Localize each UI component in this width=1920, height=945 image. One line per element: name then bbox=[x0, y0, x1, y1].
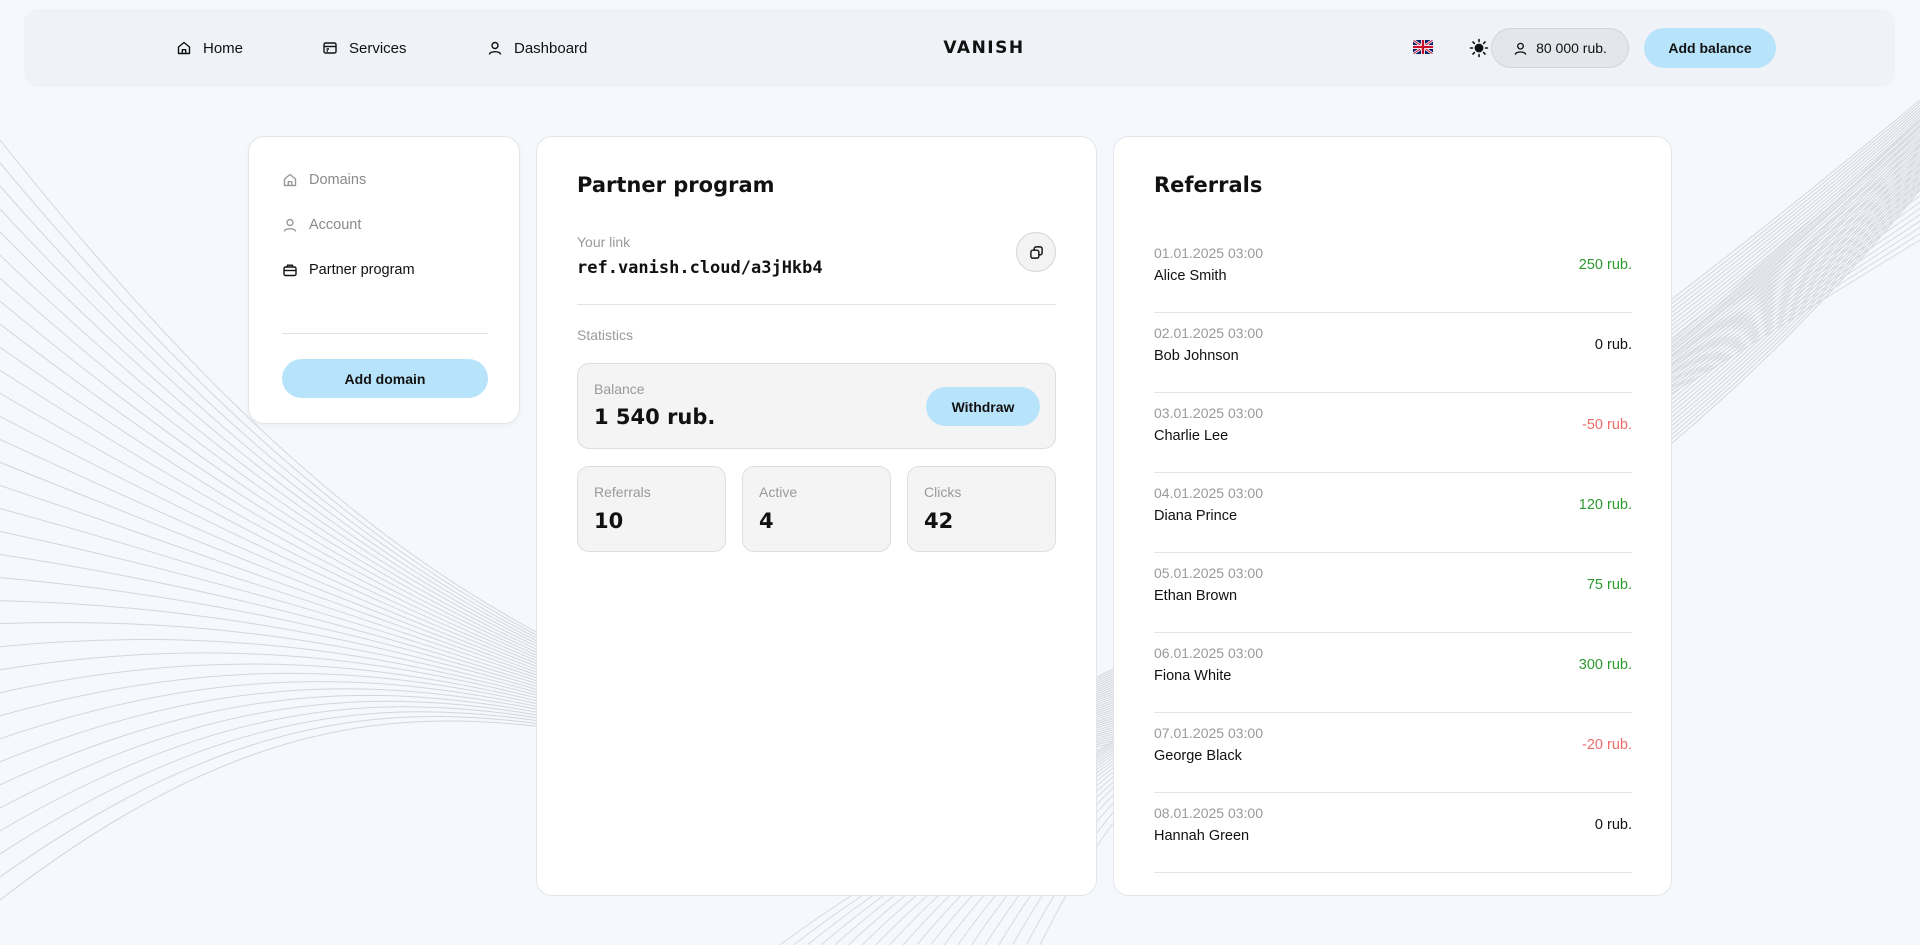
list-item[interactable]: 03.01.2025 03:00 Charlie Lee -50 rub. bbox=[1154, 393, 1632, 473]
referrals-title: Referrals bbox=[1154, 173, 1263, 197]
list-item[interactable]: 02.01.2025 03:00 Bob Johnson 0 rub. bbox=[1154, 313, 1632, 393]
referral-name: Charlie Lee bbox=[1154, 428, 1229, 444]
referral-date: 01.01.2025 03:00 bbox=[1154, 245, 1263, 261]
section-divider bbox=[577, 304, 1056, 305]
stat-referrals: Referrals 10 bbox=[577, 466, 726, 552]
referral-date: 02.01.2025 03:00 bbox=[1154, 325, 1263, 341]
referral-date: 04.01.2025 03:00 bbox=[1154, 485, 1263, 501]
stat-label: Referrals bbox=[594, 484, 651, 500]
partner-program-card: Partner program Your link ref.vanish.clo… bbox=[536, 136, 1097, 896]
add-balance-button[interactable]: Add balance bbox=[1644, 28, 1776, 68]
referral-amount: -20 rub. bbox=[1582, 737, 1632, 753]
referral-amount: -50 rub. bbox=[1582, 417, 1632, 433]
top-navigation-bar: Home Services Dashboard VANISH 80 000 ru… bbox=[24, 9, 1895, 87]
referral-amount: 0 rub. bbox=[1594, 817, 1632, 833]
stat-value: 10 bbox=[594, 509, 624, 533]
uk-flag-icon[interactable] bbox=[1413, 40, 1433, 54]
referral-name: Alice Smith bbox=[1154, 268, 1227, 284]
referral-date: 07.01.2025 03:00 bbox=[1154, 725, 1263, 741]
sidebar-item-account[interactable]: Account bbox=[282, 213, 361, 237]
balance-value: 1 540 rub. bbox=[594, 405, 716, 429]
home-icon bbox=[283, 173, 297, 187]
list-item[interactable]: 01.01.2025 03:00 Alice Smith 250 rub. bbox=[1154, 233, 1632, 313]
copy-link-button[interactable] bbox=[1016, 232, 1056, 272]
user-icon bbox=[488, 41, 502, 55]
stat-value: 4 bbox=[759, 509, 774, 533]
referral-date: 08.01.2025 03:00 bbox=[1154, 805, 1263, 821]
nav-home[interactable]: Home bbox=[176, 9, 243, 87]
referral-amount: 120 rub. bbox=[1578, 497, 1632, 513]
referral-name: Diana Prince bbox=[1154, 508, 1238, 524]
balance-label: Balance bbox=[594, 381, 645, 397]
referral-amount: 300 rub. bbox=[1578, 657, 1632, 673]
stat-label: Clicks bbox=[924, 484, 962, 500]
referral-date: 05.01.2025 03:00 bbox=[1154, 565, 1263, 581]
nav-services-label: Services bbox=[349, 39, 407, 57]
user-icon bbox=[283, 218, 297, 232]
sidebar-item-label: Partner program bbox=[309, 262, 415, 278]
account-balance-value: 80 000 rub. bbox=[1536, 40, 1607, 56]
list-item[interactable]: 06.01.2025 03:00 Fiona White 300 rub. bbox=[1154, 633, 1632, 713]
referral-name: George Black bbox=[1154, 748, 1242, 764]
stat-label: Active bbox=[759, 484, 798, 500]
briefcase-icon bbox=[283, 264, 297, 277]
referral-date: 06.01.2025 03:00 bbox=[1154, 645, 1263, 661]
sidebar-item-label: Domains bbox=[309, 172, 367, 188]
services-icon bbox=[323, 42, 337, 54]
add-domain-button[interactable]: Add domain bbox=[282, 359, 488, 398]
copy-icon bbox=[1029, 245, 1043, 259]
sun-icon[interactable] bbox=[1468, 37, 1490, 59]
nav-dashboard[interactable]: Dashboard bbox=[487, 9, 587, 87]
referral-name: Bob Johnson bbox=[1154, 348, 1239, 364]
referral-name: Ethan Brown bbox=[1154, 588, 1238, 604]
referral-amount: 0 rub. bbox=[1594, 337, 1632, 353]
user-icon bbox=[1514, 42, 1527, 55]
partner-balance-box: Balance 1 540 rub. Withdraw bbox=[577, 363, 1056, 449]
referral-amount: 75 rub. bbox=[1586, 577, 1632, 593]
home-icon bbox=[177, 41, 191, 55]
nav-dashboard-label: Dashboard bbox=[514, 39, 588, 57]
referrals-card: Referrals 01.01.2025 03:00 Alice Smith 250… bbox=[1113, 136, 1672, 896]
referrals-list: 01.01.2025 03:00 Alice Smith 250 rub. 02.01… bbox=[1154, 233, 1632, 873]
list-item[interactable]: 08.01.2025 03:00 Hannah Green 0 rub. bbox=[1154, 793, 1632, 873]
referral-link-value[interactable]: ref.vanish.cloud/a3jHkb4 bbox=[577, 258, 823, 278]
stat-value: 42 bbox=[924, 509, 954, 533]
list-item[interactable]: 07.01.2025 03:00 George Black -20 rub. bbox=[1154, 713, 1632, 793]
referral-amount: 250 rub. bbox=[1578, 257, 1632, 273]
page-title: Partner program bbox=[577, 173, 775, 197]
account-balance-pill[interactable]: 80 000 rub. bbox=[1491, 28, 1629, 68]
sidebar: Domains Account Partner program Add doma… bbox=[248, 136, 520, 424]
referral-date: 03.01.2025 03:00 bbox=[1154, 405, 1263, 421]
statistics-heading: Statistics bbox=[577, 327, 634, 343]
list-item[interactable]: 04.01.2025 03:00 Diana Prince 120 rub. bbox=[1154, 473, 1632, 553]
stat-clicks: Clicks 42 bbox=[907, 466, 1056, 552]
nav-home-label: Home bbox=[203, 39, 244, 57]
sidebar-item-partner-program[interactable]: Partner program bbox=[282, 258, 415, 282]
sidebar-item-label: Account bbox=[309, 217, 362, 233]
sidebar-item-domains[interactable]: Domains bbox=[282, 168, 366, 192]
referral-name: Fiona White bbox=[1154, 668, 1232, 684]
sidebar-divider bbox=[282, 333, 488, 334]
stat-active: Active 4 bbox=[742, 466, 891, 552]
brand-logo[interactable]: VANISH bbox=[921, 9, 1047, 87]
nav-services[interactable]: Services bbox=[322, 9, 407, 87]
list-item[interactable]: 05.01.2025 03:00 Ethan Brown 75 rub. bbox=[1154, 553, 1632, 633]
referral-name: Hannah Green bbox=[1154, 828, 1250, 844]
withdraw-button[interactable]: Withdraw bbox=[926, 387, 1040, 426]
referral-link-label: Your link bbox=[577, 234, 631, 250]
